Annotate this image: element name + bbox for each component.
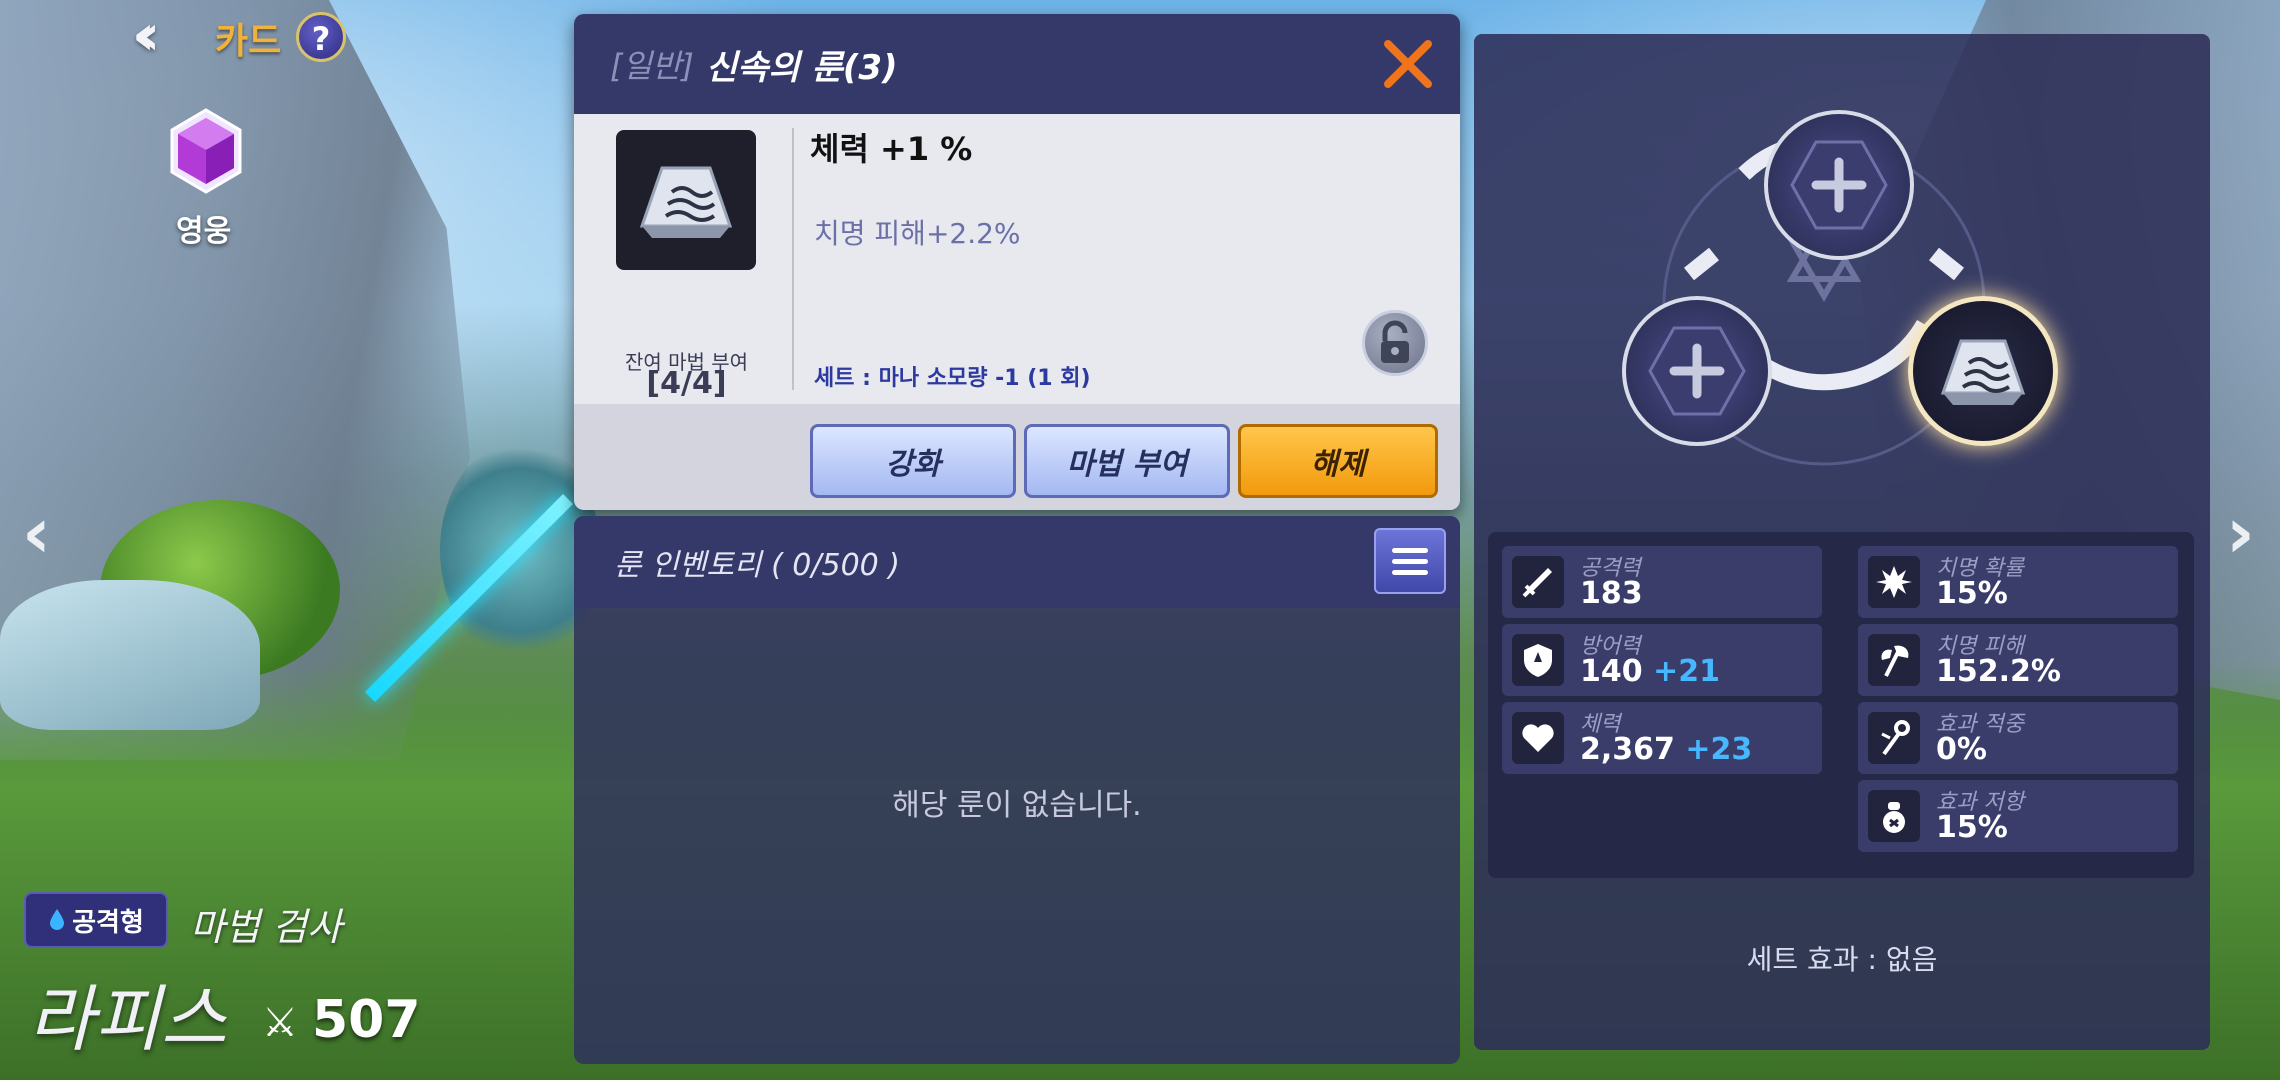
stat-attack: 공격력 183 xyxy=(1502,546,1822,618)
stat-value: 15% xyxy=(1936,810,2008,845)
menu-icon-bar xyxy=(1392,558,1428,564)
rank-gem-icon xyxy=(170,108,242,194)
stats-box: 공격력 183 방어력 140 +21 체력 2,367 +23 치명 확률 1… xyxy=(1488,532,2194,878)
stat-value: 183 xyxy=(1580,576,1643,611)
stat-crit-damage: 치명 피해 152.2% xyxy=(1858,624,2178,696)
close-icon[interactable] xyxy=(1380,36,1436,92)
unequip-button[interactable]: 해제 xyxy=(1238,424,1438,498)
stat-effect-hit: 효과 적중 0% xyxy=(1858,702,2178,774)
shield-icon xyxy=(1512,634,1564,686)
stat-crit-rate: 치명 확률 15% xyxy=(1858,546,2178,618)
water-drop-icon xyxy=(50,909,65,930)
rune-popup-header: [일반] 신속의 룬(3) xyxy=(574,14,1460,114)
stat-value: 140 +21 xyxy=(1580,654,1720,689)
rune-sub-stat: 치명 피해+2.2% xyxy=(814,217,1021,250)
inventory-title: 룬 인벤토리 ( 0/500 ) xyxy=(614,548,901,583)
menu-button[interactable] xyxy=(1374,528,1446,594)
sword-icon xyxy=(1512,556,1564,608)
divider xyxy=(792,128,794,390)
rune-popup-actions: 강화 마법 부여 해제 xyxy=(574,404,1460,510)
menu-icon-bar xyxy=(1392,547,1428,553)
stat-effect-resist: 효과 저항 15% xyxy=(1858,780,2178,852)
enhance-button[interactable]: 강화 xyxy=(810,424,1016,498)
bag-icon xyxy=(1868,790,1920,842)
rank-label: 영웅 xyxy=(176,214,232,249)
rune-slot-right-selected[interactable] xyxy=(1908,296,2058,446)
back-button[interactable]: ‹‹ xyxy=(132,8,192,64)
rune-popup-body: 잔여 마법 부여 [4/4] 체력 +1 % 치명 피해+2.2% 세트 : 마… xyxy=(574,114,1460,404)
rune-main-stat: 체력 +1 % xyxy=(810,130,973,168)
staff-icon xyxy=(1868,712,1920,764)
rune-slot-left[interactable] xyxy=(1622,296,1772,446)
set-effect-text: 세트 효과 : 없음 xyxy=(1746,943,1938,976)
prev-arrow-icon[interactable]: ‹ xyxy=(22,492,51,574)
rune-icon-frame xyxy=(616,130,756,270)
hero-name: 라피스 xyxy=(28,977,227,1061)
lock-button[interactable] xyxy=(1362,310,1428,376)
rune-set-info: 세트 : 마나 소모량 -1 (1 회) xyxy=(814,366,1091,391)
unlock-icon xyxy=(1381,320,1409,363)
inventory-empty-message: 해당 룬이 없습니다. xyxy=(892,788,1142,823)
background-rock xyxy=(0,580,260,730)
heart-icon xyxy=(1512,712,1564,764)
hero-power: 507 xyxy=(312,990,421,1050)
rune-slot-top[interactable] xyxy=(1764,110,1914,260)
stat-value: 0% xyxy=(1936,732,1987,767)
rune-speed-icon xyxy=(1940,339,2026,405)
rune-grade: [일반] xyxy=(610,47,694,85)
crossed-swords-icon: ⚔ xyxy=(262,1000,298,1046)
rune-inventory-panel: 룬 인벤토리 ( 0/500 ) 해당 룬이 없습니다. xyxy=(574,516,1460,1064)
hero-type-label: 공격형 xyxy=(72,907,144,938)
axe-icon xyxy=(1868,634,1920,686)
menu-icon-bar xyxy=(1392,569,1428,575)
rune-title: 신속의 룬(3) xyxy=(705,47,898,88)
rune-equipment-panel: 공격력 183 방어력 140 +21 체력 2,367 +23 치명 확률 1… xyxy=(1474,34,2210,1050)
help-button[interactable]: ? xyxy=(296,12,346,62)
remaining-enchant-value: [4/4] xyxy=(646,366,727,401)
critical-rate-icon xyxy=(1868,556,1920,608)
page-title: 카드 xyxy=(215,21,282,62)
stat-value: 15% xyxy=(1936,576,2008,611)
stat-value: 152.2% xyxy=(1936,654,2061,689)
rune-detail-popup: [일반] 신속의 룬(3) 잔여 마법 부여 [4/4] 체력 +1 % 치명 … xyxy=(574,14,1460,510)
inventory-header: 룬 인벤토리 ( 0/500 ) xyxy=(574,516,1460,608)
stat-value: 2,367 +23 xyxy=(1580,732,1753,767)
stat-hp: 체력 2,367 +23 xyxy=(1502,702,1822,774)
add-rune-icon xyxy=(1790,140,1888,230)
hero-class-name: 마법 검사 xyxy=(190,905,342,949)
stat-defense: 방어력 140 +21 xyxy=(1502,624,1822,696)
add-rune-icon xyxy=(1648,326,1746,416)
hero-type-badge: 공격형 xyxy=(24,892,168,948)
enchant-button[interactable]: 마법 부여 xyxy=(1024,424,1230,498)
next-arrow-icon[interactable]: › xyxy=(2226,492,2255,574)
rune-speed-icon xyxy=(639,166,733,238)
